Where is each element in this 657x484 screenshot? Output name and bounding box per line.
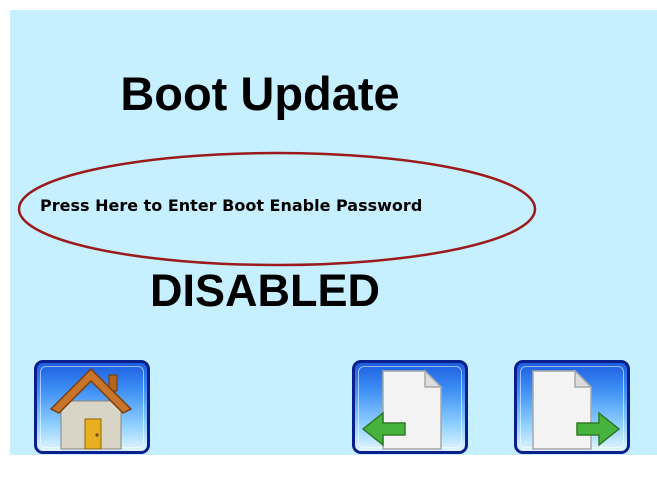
forward-page-icon	[532, 369, 621, 450]
password-prompt-label: Press Here to Enter Boot Enable Password	[40, 196, 423, 215]
home-icon	[49, 367, 133, 450]
next-page-button[interactable]	[514, 360, 630, 454]
boot-update-screen: Boot Update Press Here to Enter Boot Ena…	[10, 10, 657, 455]
page-title: Boot Update	[120, 67, 400, 120]
back-page-icon	[361, 369, 443, 450]
boot-status-value: DISABLED	[149, 265, 380, 316]
enter-password-button[interactable]: Press Here to Enter Boot Enable Password	[16, 150, 538, 268]
previous-page-button[interactable]	[352, 360, 468, 454]
home-button[interactable]	[34, 360, 150, 454]
